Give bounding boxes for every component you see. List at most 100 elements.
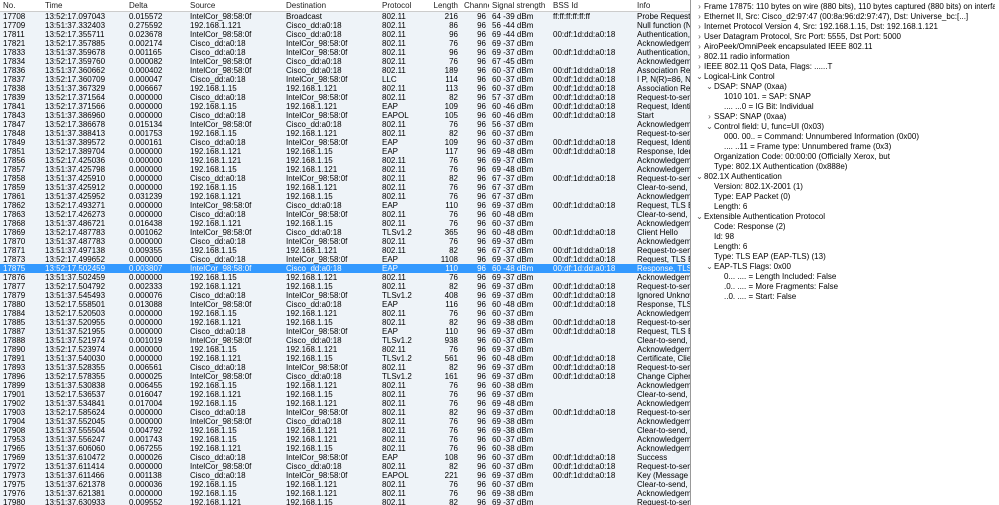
- packet-row[interactable]: 1783413:52:17.3597600.000082IntelCor_98:…: [0, 57, 690, 66]
- packet-row[interactable]: 1797613:51:37.6213810.000000192.168.1.15…: [0, 489, 690, 498]
- packet-row[interactable]: 1770913:51:37.3324030.275592192.168.1.12…: [0, 21, 690, 30]
- detail-line[interactable]: Code: Response (2): [695, 222, 995, 232]
- col-proto[interactable]: Protocol: [379, 0, 425, 12]
- packet-row[interactable]: 1790413:51:37.5520450.000000IntelCor_98:…: [0, 417, 690, 426]
- packet-row[interactable]: 1797213:51:37.6114140.000000IntelCor_98:…: [0, 462, 690, 471]
- tree-toggle-icon[interactable]: ⌄: [705, 262, 714, 272]
- detail-line[interactable]: ›User Datagram Protocol, Src Port: 5555,…: [695, 32, 995, 42]
- packet-row[interactable]: 1781113:52:17.3557110.023678IntelCor_98:…: [0, 30, 690, 39]
- detail-line[interactable]: ›Internet Protocol Version 4, Src: 192.1…: [695, 22, 995, 32]
- packet-row[interactable]: 1786313:52:17.4262730.000000Cisco_dd:a0:…: [0, 210, 690, 219]
- packet-row[interactable]: 1783613:51:37.3606620.000402IntelCor_98:…: [0, 66, 690, 75]
- packet-row[interactable]: 1787313:52:17.4996520.000000Cisco_dd:a0:…: [0, 255, 690, 264]
- packet-row[interactable]: 1786213:52:17.4932710.000000IntelCor_98:…: [0, 201, 690, 210]
- detail-line[interactable]: .... ..11 = Frame type: Unnumbered frame…: [695, 142, 995, 152]
- tree-toggle-icon[interactable]: ›: [695, 52, 704, 62]
- detail-line[interactable]: ⌄EAP-TLS Flags: 0x00: [695, 262, 995, 272]
- packet-row[interactable]: 1790813:51:37.5555040.004792192.168.1.15…: [0, 426, 690, 435]
- detail-line[interactable]: 000. 00.. = Command: Unnumbered Informat…: [695, 132, 995, 142]
- tree-toggle-icon[interactable]: ›: [695, 42, 704, 52]
- detail-line[interactable]: ›Frame 17875: 110 bytes on wire (880 bit…: [695, 2, 995, 12]
- tree-toggle-icon[interactable]: ›: [695, 12, 704, 22]
- packet-row[interactable]: 1790313:52:17.5856240.000000Cisco_dd:a0:…: [0, 408, 690, 417]
- packet-details-pane[interactable]: ›Frame 17875: 110 bytes on wire (880 bit…: [691, 0, 999, 505]
- packet-row[interactable]: 1784913:51:37.3895720.000161Cisco_dd:a0:…: [0, 138, 690, 147]
- packet-row[interactable]: 1787013:51:37.4877830.000000Cisco_dd:a0:…: [0, 237, 690, 246]
- tree-toggle-icon[interactable]: ›: [695, 32, 704, 42]
- detail-line[interactable]: ›IEEE 802.11 QoS Data, Flags: ......T: [695, 62, 995, 72]
- detail-line[interactable]: ⌄802.1X Authentication: [695, 172, 995, 182]
- packet-row[interactable]: 1785713:51:37.4257980.000000192.168.1.15…: [0, 165, 690, 174]
- col-sig[interactable]: Signal strength: [489, 0, 550, 12]
- packet-row[interactable]: 1787713:52:17.5047920.002333192.168.1.12…: [0, 282, 690, 291]
- col-no[interactable]: No.: [0, 0, 42, 12]
- col-src[interactable]: Source: [187, 0, 283, 12]
- detail-line[interactable]: Length: 6: [695, 202, 995, 212]
- detail-line[interactable]: ⌄DSAP: SNAP (0xaa): [695, 82, 995, 92]
- detail-line[interactable]: Length: 6: [695, 242, 995, 252]
- packet-row[interactable]: 1782113:52:17.3578850.002174Cisco_dd:a0:…: [0, 39, 690, 48]
- packet-row[interactable]: 1787113:51:37.4971380.009355192.168.1.15…: [0, 246, 690, 255]
- detail-line[interactable]: 0... .... = Length Included: False: [695, 272, 995, 282]
- detail-line[interactable]: ⌄Control field: U, func=UI (0x03): [695, 122, 995, 132]
- packet-row[interactable]: 1789913:51:37.5308380.006455192.168.1.15…: [0, 381, 690, 390]
- packet-row[interactable]: 1788713:51:37.5219550.000000Cisco_dd:a0:…: [0, 327, 690, 336]
- col-len[interactable]: Length: [425, 0, 461, 12]
- packet-row[interactable]: 1784113:52:17.3715660.000000192.168.1.15…: [0, 102, 690, 111]
- packet-row[interactable]: 1789313:51:37.5283550.006561Cisco_dd:a0:…: [0, 363, 690, 372]
- tree-toggle-icon[interactable]: ›: [695, 2, 704, 12]
- packet-row[interactable]: 1786113:51:37.4259520.031239192.168.1.12…: [0, 192, 690, 201]
- packet-row[interactable]: 1790213:51:37.5348410.017004192.168.1.15…: [0, 399, 690, 408]
- detail-line[interactable]: ›AiroPeek/OmniPeek encapsulated IEEE 802…: [695, 42, 995, 52]
- packet-list-pane[interactable]: No. Time Delta Source Destination Protoc…: [0, 0, 691, 505]
- packet-row[interactable]: 1784813:51:37.3884130.001753192.168.1.15…: [0, 129, 690, 138]
- packet-table[interactable]: No. Time Delta Source Destination Protoc…: [0, 0, 690, 505]
- detail-line[interactable]: ›SSAP: SNAP (0xaa): [695, 112, 995, 122]
- tree-toggle-icon[interactable]: ⌄: [695, 72, 704, 82]
- detail-line[interactable]: .... ...0 = IG Bit: Individual: [695, 102, 995, 112]
- tree-toggle-icon[interactable]: ›: [695, 62, 704, 72]
- packet-row[interactable]: 1796513:51:37.6060600.067255192.168.1.12…: [0, 444, 690, 453]
- packet-row[interactable]: 1785113:52:17.3897040.000000192.168.1.12…: [0, 147, 690, 156]
- packet-row[interactable]: 1797313:51:37.6114660.001138Cisco_dd:a0:…: [0, 471, 690, 480]
- packet-row[interactable]: 1786813:51:37.4867210.016438192.168.1.12…: [0, 219, 690, 228]
- detail-line[interactable]: Organization Code: 00:00:00 (Officially …: [695, 152, 995, 162]
- detail-line[interactable]: Type: EAP Packet (0): [695, 192, 995, 202]
- col-dst[interactable]: Destination: [283, 0, 379, 12]
- tree-toggle-icon[interactable]: ⌄: [705, 122, 714, 132]
- detail-line[interactable]: Version: 802.1X-2001 (1): [695, 182, 995, 192]
- packet-row[interactable]: 1787613:51:37.5024590.000000192.168.1.15…: [0, 273, 690, 282]
- col-ch[interactable]: Channel: [461, 0, 489, 12]
- packet-row[interactable]: 1788413:52:17.5205030.000000192.168.1.15…: [0, 309, 690, 318]
- packet-row[interactable]: 1796913:51:37.6104720.000026Cisco_dd:a0:…: [0, 453, 690, 462]
- packet-row[interactable]: 1798013:51:37.6309330.009552192.168.1.12…: [0, 498, 690, 505]
- packet-row[interactable]: 1783313:51:37.3596780.001165Cisco_dd:a0:…: [0, 48, 690, 57]
- packet-row[interactable]: 1789013:52:17.5239740.000000192.168.1.15…: [0, 345, 690, 354]
- detail-line[interactable]: Id: 98: [695, 232, 995, 242]
- detail-line[interactable]: ⌄Logical-Link Control: [695, 72, 995, 82]
- col-bss[interactable]: BSS Id: [550, 0, 634, 12]
- packet-row[interactable]: 1785913:51:37.4259120.000000192.168.1.15…: [0, 183, 690, 192]
- packet-row[interactable]: 1789113:51:37.5400300.000000192.168.1.12…: [0, 354, 690, 363]
- packet-row[interactable]: 1784713:52:17.3866780.015134IntelCor_98:…: [0, 120, 690, 129]
- packet-row[interactable]: 1788013:52:17.5585010.013088IntelCor_98:…: [0, 300, 690, 309]
- col-info[interactable]: Info: [634, 0, 690, 12]
- detail-line[interactable]: 1010 101. = SAP: SNAP: [695, 92, 995, 102]
- detail-line[interactable]: Type: TLS EAP (EAP-TLS) (13): [695, 252, 995, 262]
- packet-row[interactable]: 1788813:51:37.5219740.001019IntelCor_98:…: [0, 336, 690, 345]
- packet-row[interactable]: 1790113:52:17.5365370.016047192.168.1.12…: [0, 390, 690, 399]
- tree-toggle-icon[interactable]: ⌄: [695, 172, 704, 182]
- tree-toggle-icon[interactable]: ⌄: [705, 82, 714, 92]
- col-delta[interactable]: Delta: [126, 0, 187, 12]
- packet-row[interactable]: 1783813:51:37.3673290.006667192.168.1.15…: [0, 84, 690, 93]
- packet-row[interactable]: 1783713:52:17.3607090.000047Cisco_dd:a0:…: [0, 75, 690, 84]
- packet-row[interactable]: 1797513:51:37.6213780.000036192.168.1.15…: [0, 480, 690, 489]
- packet-row[interactable]: 1787913:51:37.5454930.000076Cisco_dd:a0:…: [0, 291, 690, 300]
- detail-line[interactable]: ..0. .... = Start: False: [695, 292, 995, 302]
- packet-row[interactable]: 1784313:51:37.3869600.000000Cisco_dd:a0:…: [0, 111, 690, 120]
- detail-line[interactable]: .0.. .... = More Fragments: False: [695, 282, 995, 292]
- tree-toggle-icon[interactable]: ›: [695, 22, 704, 32]
- tree-toggle-icon[interactable]: ›: [705, 112, 714, 122]
- detail-line[interactable]: Type: 802.1X Authentication (0x888e): [695, 162, 995, 172]
- packet-row[interactable]: 1788513:51:37.5209550.000000192.168.1.12…: [0, 318, 690, 327]
